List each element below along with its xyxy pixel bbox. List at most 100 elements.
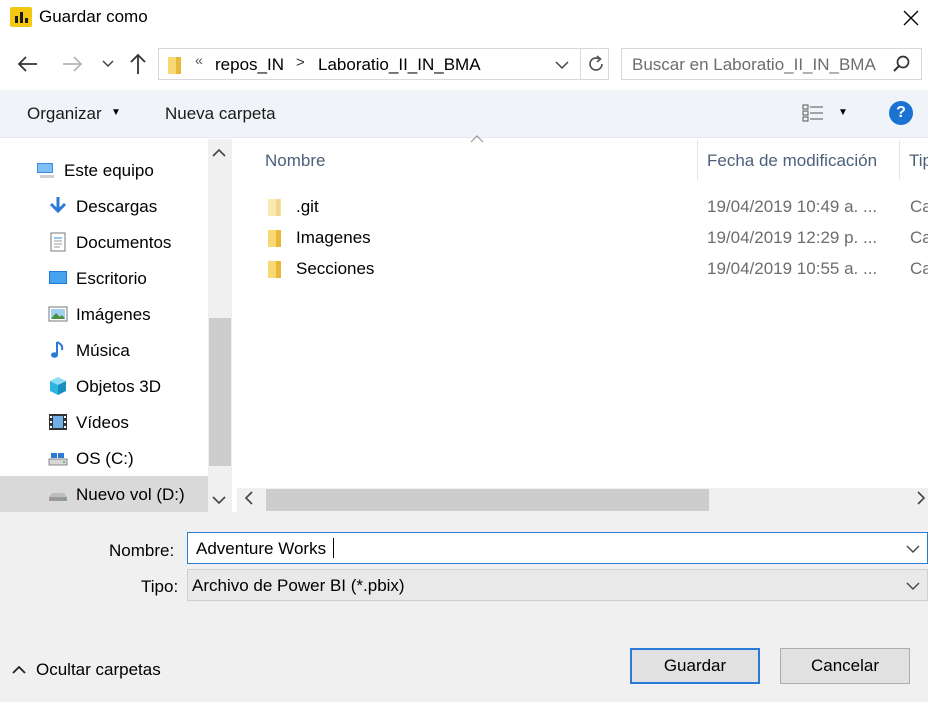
drive-icon xyxy=(48,453,68,466)
caret-down-icon[interactable]: ▼ xyxy=(111,107,121,118)
hide-folders-label: Ocultar carpetas xyxy=(36,660,161,679)
file-date: 19/04/2019 10:55 a. ... xyxy=(707,259,878,278)
downloads-icon xyxy=(49,197,67,214)
save-button[interactable]: Guardar xyxy=(630,648,760,684)
videos-icon xyxy=(49,414,67,430)
3d-objects-icon xyxy=(50,377,66,395)
folder-icon xyxy=(168,57,181,74)
refresh-icon xyxy=(588,55,603,71)
filetype-select[interactable]: Archivo de Power BI (*.pbix) xyxy=(187,569,928,601)
scroll-down-icon[interactable] xyxy=(212,492,226,508)
file-name: Imagenes xyxy=(296,228,371,247)
sidebar-item-label: Vídeos xyxy=(76,413,129,432)
sidebar-item-label: Documentos xyxy=(76,233,172,252)
file-type: Ca xyxy=(910,228,928,247)
filetype-value: Archivo de Power BI (*.pbix) xyxy=(192,576,405,595)
file-type: Ca xyxy=(910,259,928,278)
close-button[interactable] xyxy=(896,4,926,32)
desktop-icon xyxy=(49,271,67,284)
table-row[interactable]: Secciones 19/04/2019 10:55 a. ... Ca xyxy=(237,253,928,284)
sidebar-item-label: Este equipo xyxy=(64,161,154,180)
filename-label: Nombre: xyxy=(109,541,175,560)
sidebar-item-3d-objects[interactable]: Objetos 3D xyxy=(0,368,208,404)
column-header-name[interactable]: Nombre xyxy=(265,151,325,171)
sidebar-item-downloads[interactable]: Descargas xyxy=(0,188,208,224)
new-folder-button[interactable]: Nueva carpeta xyxy=(165,104,276,124)
music-icon xyxy=(51,341,64,358)
refresh-button[interactable] xyxy=(580,48,610,80)
scroll-right-icon[interactable] xyxy=(916,491,926,508)
column-header-type[interactable]: Tip xyxy=(909,151,928,171)
scroll-up-icon[interactable] xyxy=(212,145,226,161)
table-row[interactable]: Imagenes 19/04/2019 12:29 p. ... Ca xyxy=(237,222,928,253)
folder-icon xyxy=(268,199,281,216)
pictures-icon xyxy=(48,306,68,322)
chevron-down-icon[interactable] xyxy=(906,539,920,559)
scroll-left-icon[interactable] xyxy=(244,491,254,508)
up-button[interactable] xyxy=(124,50,152,78)
sidebar-item-label: Imágenes xyxy=(76,305,151,324)
caret-down-icon[interactable]: ▼ xyxy=(838,107,848,118)
sidebar-item-label: OS (C:) xyxy=(76,449,134,468)
file-date: 19/04/2019 12:29 p. ... xyxy=(707,228,878,247)
computer-icon xyxy=(37,163,54,178)
search-placeholder: Buscar en Laboratio_II_IN_BMA xyxy=(632,55,876,74)
forward-button[interactable] xyxy=(58,50,86,78)
sidebar-item-videos[interactable]: Vídeos xyxy=(0,404,208,440)
breadcrumb-current[interactable]: Laboratio_II_IN_BMA xyxy=(318,55,481,75)
command-bar: Organizar ▼ Nueva carpeta ▼ xyxy=(0,90,928,138)
close-icon xyxy=(903,10,919,26)
drive-icon xyxy=(49,493,67,501)
cancel-button-label: Cancelar xyxy=(810,656,880,675)
chevron-down-icon[interactable] xyxy=(906,576,920,596)
column-header-date[interactable]: Fecha de modificación xyxy=(707,151,877,171)
recent-locations-button[interactable] xyxy=(94,50,122,78)
cancel-button[interactable]: Cancelar xyxy=(780,648,910,684)
column-divider[interactable] xyxy=(899,140,900,180)
overflow-chevron[interactable]: « xyxy=(195,52,203,68)
sidebar-item-label: Objetos 3D xyxy=(76,377,162,396)
folder-icon xyxy=(268,230,281,247)
back-button[interactable] xyxy=(14,50,42,78)
filename-input[interactable]: Adventure Works xyxy=(187,532,928,564)
sidebar-item-desktop[interactable]: Escritorio xyxy=(0,260,208,296)
filename-value: Adventure Works xyxy=(196,539,327,558)
sidebar-item-pictures[interactable]: Imágenes xyxy=(0,296,208,332)
table-row[interactable]: .git 19/04/2019 10:49 a. ... Ca xyxy=(237,191,928,222)
sidebar-item-music[interactable]: Música xyxy=(0,332,208,368)
address-bar[interactable]: « repos_IN > Laboratio_II_IN_BMA xyxy=(158,48,609,80)
file-name: Secciones xyxy=(296,259,375,278)
back-arrow-icon xyxy=(17,56,37,72)
sidebar-item-new-volume-d[interactable]: Nuevo vol (D:) xyxy=(0,476,208,512)
organize-button[interactable]: Organizar xyxy=(27,104,102,124)
breadcrumb-separator[interactable]: > xyxy=(296,54,305,71)
power-bi-icon xyxy=(10,7,32,27)
up-arrow-icon xyxy=(130,53,146,74)
window-title: Guardar como xyxy=(39,7,148,26)
sidebar-item-label: Descargas xyxy=(76,197,158,216)
help-icon[interactable]: ? xyxy=(889,101,913,125)
file-date: 19/04/2019 10:49 a. ... xyxy=(707,197,878,216)
column-divider[interactable] xyxy=(697,140,698,180)
search-icon[interactable] xyxy=(892,54,912,74)
sidebar-item-documents[interactable]: Documentos xyxy=(0,224,208,260)
horizontal-scrollbar-thumb[interactable] xyxy=(266,489,709,511)
view-options-icon[interactable] xyxy=(802,104,824,122)
sidebar-scrollbar-thumb[interactable] xyxy=(209,318,231,466)
hide-folders-toggle[interactable]: Ocultar carpetas xyxy=(12,660,161,680)
file-name: .git xyxy=(296,197,319,216)
sidebar-item-this-pc[interactable]: Este equipo xyxy=(0,152,208,188)
search-input[interactable]: Buscar en Laboratio_II_IN_BMA xyxy=(621,48,922,80)
chevron-up-icon xyxy=(12,665,26,674)
filetype-label: Tipo: xyxy=(141,577,179,596)
sort-ascending-icon xyxy=(470,135,484,143)
chevron-down-icon[interactable] xyxy=(555,55,569,75)
chevron-down-icon xyxy=(102,60,114,68)
sidebar-item-os-c[interactable]: OS (C:) xyxy=(0,440,208,476)
forward-arrow-icon xyxy=(63,56,83,72)
folder-icon xyxy=(268,261,281,278)
file-type: Ca xyxy=(910,197,928,216)
breadcrumb-repos[interactable]: repos_IN xyxy=(215,55,284,75)
sidebar-item-label: Música xyxy=(76,341,130,360)
save-button-label: Guardar xyxy=(663,656,727,675)
